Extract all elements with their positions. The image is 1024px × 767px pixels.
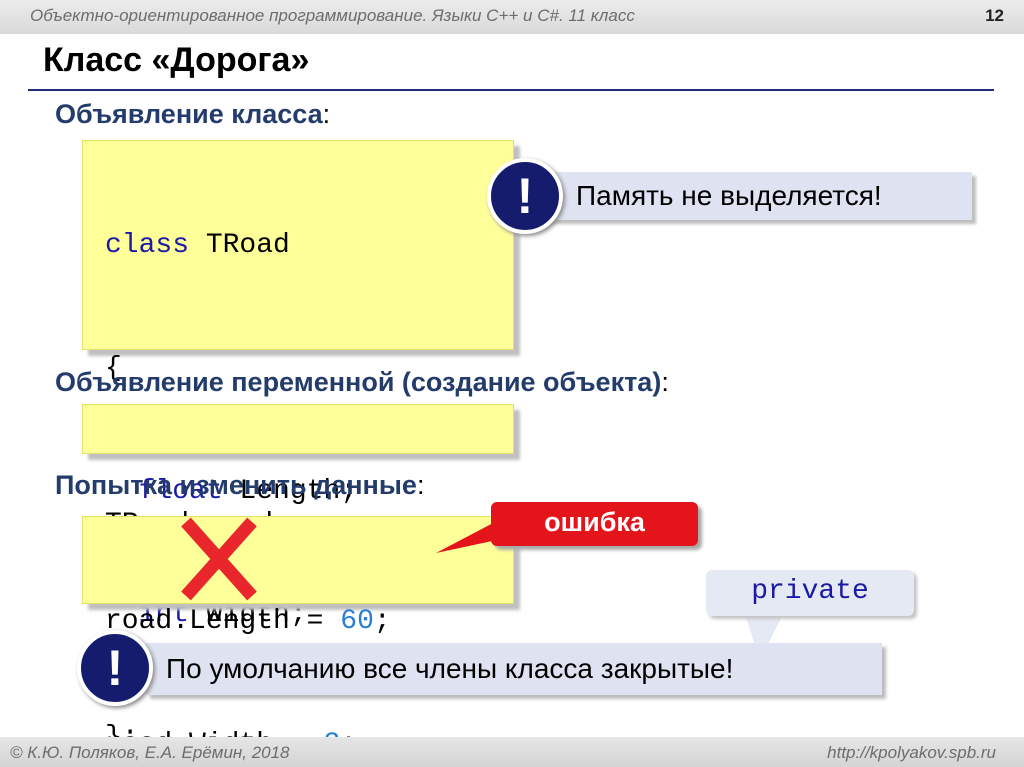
footer-authors: © К.Ю. Поляков, Е.А. Ерёмин, 2018: [10, 743, 290, 762]
default-private-note-text: По умолчанию все члены класса закрытые!: [166, 653, 734, 684]
default-private-note: По умолчанию все члены класса закрытые!: [146, 643, 882, 695]
private-callout: private: [706, 570, 914, 616]
error-callout: ошибка: [491, 502, 698, 546]
exclamation-icon: !: [77, 630, 153, 706]
error-pointer: [436, 521, 497, 553]
cross-mark-icon: [181, 517, 257, 601]
slide-footer-bar: © К.Ю. Поляков, Е.А. Ерёмин, 2018 http:/…: [0, 737, 1024, 767]
footer-site-link[interactable]: http://kpolyakov.spb.ru: [827, 743, 996, 763]
